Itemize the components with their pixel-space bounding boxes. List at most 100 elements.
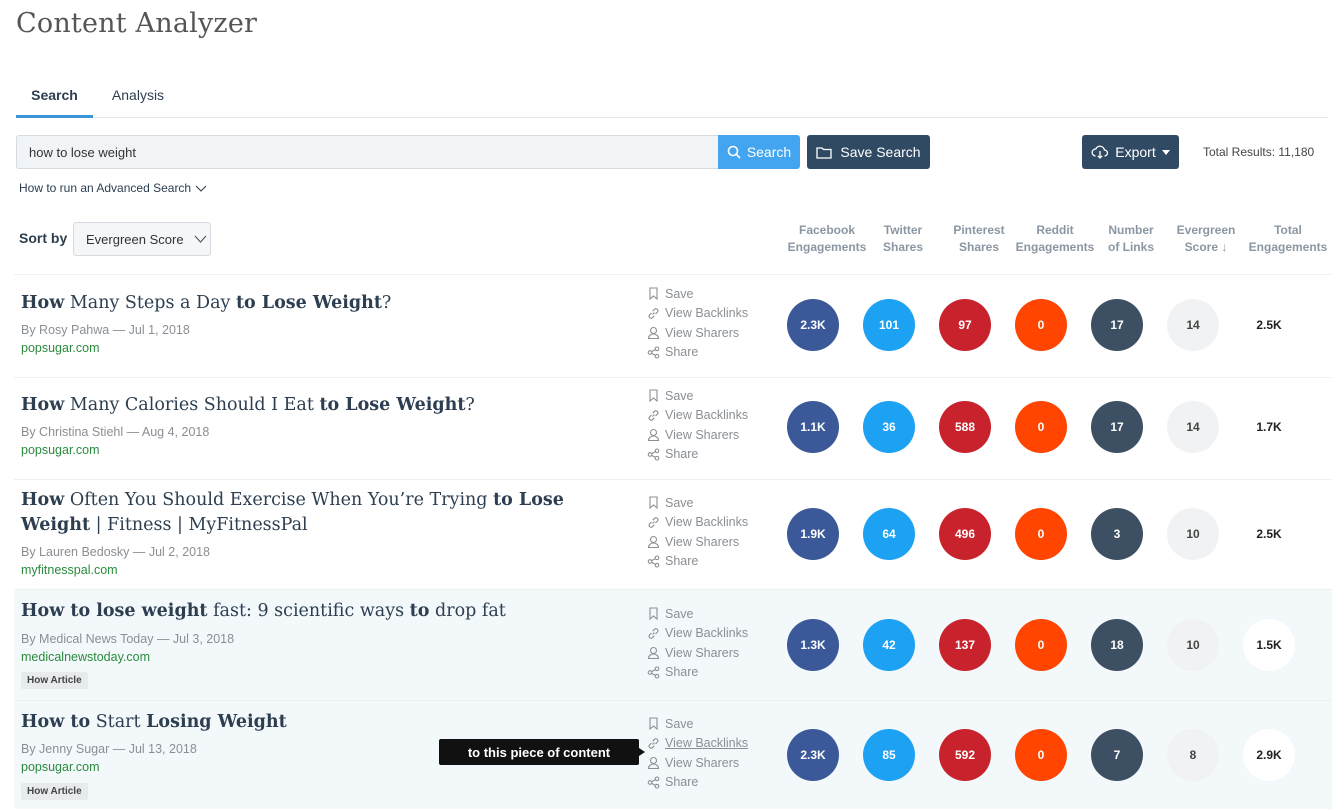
- evergreen-score-badge: 14: [1167, 299, 1219, 351]
- pinterest-shares-badge: 137: [939, 619, 991, 671]
- bookmark-icon: [649, 389, 658, 403]
- evergreen-score-badge: 10: [1167, 508, 1219, 560]
- facebook-engagements-badge: 2.3K: [787, 299, 839, 351]
- share-action[interactable]: Share: [647, 552, 777, 572]
- number-of-links-badge: 7: [1091, 729, 1143, 781]
- search-button[interactable]: Search: [718, 135, 800, 169]
- result-domain-link[interactable]: popsugar.com: [21, 341, 100, 355]
- share-icon: [647, 555, 660, 568]
- link-icon: [648, 410, 659, 421]
- result-byline: By Medical News Today — Jul 3, 2018: [21, 632, 235, 646]
- result-title-link[interactable]: How Many Calories Should I Eat to Lose W…: [21, 393, 611, 418]
- sort-selected: Evergreen Score: [86, 231, 184, 247]
- link-icon: [648, 308, 659, 319]
- advanced-search-label: How to run an Advanced Search: [19, 181, 192, 195]
- result-title-link[interactable]: How to lose weight fast: 9 scientific wa…: [21, 599, 611, 624]
- article-type-badge: How Article: [21, 672, 88, 689]
- pinterest-shares-badge: 588: [939, 401, 991, 453]
- view-sharers-action[interactable]: View Sharers: [647, 753, 777, 773]
- save-action[interactable]: Save: [647, 714, 777, 734]
- reddit-engagements-badge: 0: [1015, 729, 1067, 781]
- result-title-link[interactable]: How Often You Should Exercise When You’r…: [21, 488, 611, 538]
- save-action[interactable]: Save: [647, 604, 777, 624]
- facebook-engagements-badge: 1.3K: [787, 619, 839, 671]
- view-sharers-action[interactable]: View Sharers: [647, 425, 777, 445]
- reddit-engagements-badge: 0: [1015, 619, 1067, 671]
- column-number-of-links[interactable]: Number of Links: [1091, 222, 1171, 256]
- title-part: How to: [21, 712, 91, 732]
- number-of-links-badge: 3: [1091, 508, 1143, 560]
- tooltip: to this piece of content: [439, 739, 645, 765]
- view-sharers-action[interactable]: View Sharers: [647, 643, 777, 663]
- facebook-engagements-badge: 2.3K: [787, 729, 839, 781]
- user-icon: [647, 647, 660, 660]
- save-action[interactable]: Save: [647, 493, 777, 513]
- save-search-button[interactable]: Save Search: [807, 135, 930, 169]
- share-icon: [647, 448, 660, 461]
- result-byline: By Rosy Pahwa — Jul 1, 2018: [21, 323, 190, 337]
- title-part: How: [21, 490, 65, 510]
- page-title: Content Analyzer: [16, 8, 258, 39]
- link-icon: [648, 738, 659, 749]
- advanced-search-link[interactable]: How to run an Advanced Search: [19, 181, 207, 195]
- bookmark-icon: [649, 607, 658, 621]
- result-actions: Save View Backlinks View Sharers Share: [647, 493, 777, 571]
- column-reddit-engagements[interactable]: Reddit Engagements: [1015, 222, 1095, 256]
- save-action[interactable]: Save: [647, 386, 777, 406]
- search-input[interactable]: [16, 135, 718, 169]
- sort-select[interactable]: Evergreen Score: [73, 222, 211, 256]
- title-part: Many Steps a Day: [64, 293, 236, 313]
- result-row: How to lose weight fast: 9 scientific wa…: [14, 589, 1332, 700]
- result-domain-link[interactable]: popsugar.com: [21, 443, 100, 457]
- result-title-link[interactable]: How to Start Losing Weight: [21, 710, 611, 735]
- twitter-shares-badge: 85: [863, 729, 915, 781]
- result-domain-link[interactable]: popsugar.com: [21, 760, 100, 774]
- result-domain-link[interactable]: myfitnesspal.com: [21, 563, 118, 577]
- tab-analysis[interactable]: Analysis: [108, 78, 168, 118]
- view-backlinks-action[interactable]: View Backlinks: [647, 734, 777, 754]
- result-byline: By Jenny Sugar — Jul 13, 2018: [21, 742, 197, 756]
- total-engagements-value: 2.5K: [1256, 318, 1282, 332]
- evergreen-score-badge: 8: [1167, 729, 1219, 781]
- view-sharers-action[interactable]: View Sharers: [647, 532, 777, 552]
- column-total-engagements[interactable]: Total Engagements: [1248, 222, 1328, 256]
- column-evergreen-score[interactable]: Evergreen Score ↓: [1166, 222, 1246, 256]
- total-engagements-value: 2.5K: [1256, 527, 1282, 541]
- title-part: Losing Weight: [146, 712, 287, 732]
- twitter-shares-badge: 42: [863, 619, 915, 671]
- title-part: to: [409, 601, 430, 621]
- caret-down-icon: [1161, 149, 1170, 155]
- chevron-down-icon: [194, 235, 206, 243]
- pinterest-shares-badge: 496: [939, 508, 991, 560]
- share-action[interactable]: Share: [647, 663, 777, 683]
- result-domain-link[interactable]: medicalnewstoday.com: [21, 650, 150, 664]
- view-backlinks-action[interactable]: View Backlinks: [647, 304, 777, 324]
- search-button-label: Search: [746, 144, 792, 160]
- user-icon: [647, 536, 660, 549]
- tab-search[interactable]: Search: [16, 78, 93, 118]
- result-title-link[interactable]: How Many Steps a Day to Lose Weight?: [21, 291, 611, 316]
- view-backlinks-action[interactable]: View Backlinks: [647, 406, 777, 426]
- evergreen-score-badge: 10: [1167, 619, 1219, 671]
- column-twitter-shares[interactable]: Twitter Shares: [863, 222, 943, 256]
- column-pinterest-shares[interactable]: Pinterest Shares: [939, 222, 1019, 256]
- article-type-badge: How Article: [21, 783, 88, 800]
- result-actions: Save View Backlinks View Sharers Share: [647, 604, 777, 682]
- column-facebook-engagements[interactable]: Facebook Engagements: [787, 222, 867, 256]
- share-action[interactable]: Share: [647, 343, 777, 363]
- result-row: How Many Steps a Day to Lose Weight? By …: [14, 274, 1332, 377]
- title-part: Start: [90, 712, 147, 732]
- share-action[interactable]: Share: [647, 773, 777, 793]
- pinterest-shares-badge: 97: [939, 299, 991, 351]
- save-search-label: Save Search: [840, 144, 921, 160]
- export-button[interactable]: Export: [1082, 135, 1179, 169]
- title-part: fast: 9 scientific ways: [207, 601, 410, 621]
- view-sharers-action[interactable]: View Sharers: [647, 323, 777, 343]
- folder-icon: [816, 146, 833, 159]
- view-backlinks-action[interactable]: View Backlinks: [647, 513, 777, 533]
- total-engagements-value: 1.5K: [1243, 619, 1295, 671]
- save-action[interactable]: Save: [647, 284, 777, 304]
- result-actions: Save View Backlinks View Sharers Share: [647, 284, 777, 362]
- share-action[interactable]: Share: [647, 445, 777, 465]
- view-backlinks-action[interactable]: View Backlinks: [647, 624, 777, 644]
